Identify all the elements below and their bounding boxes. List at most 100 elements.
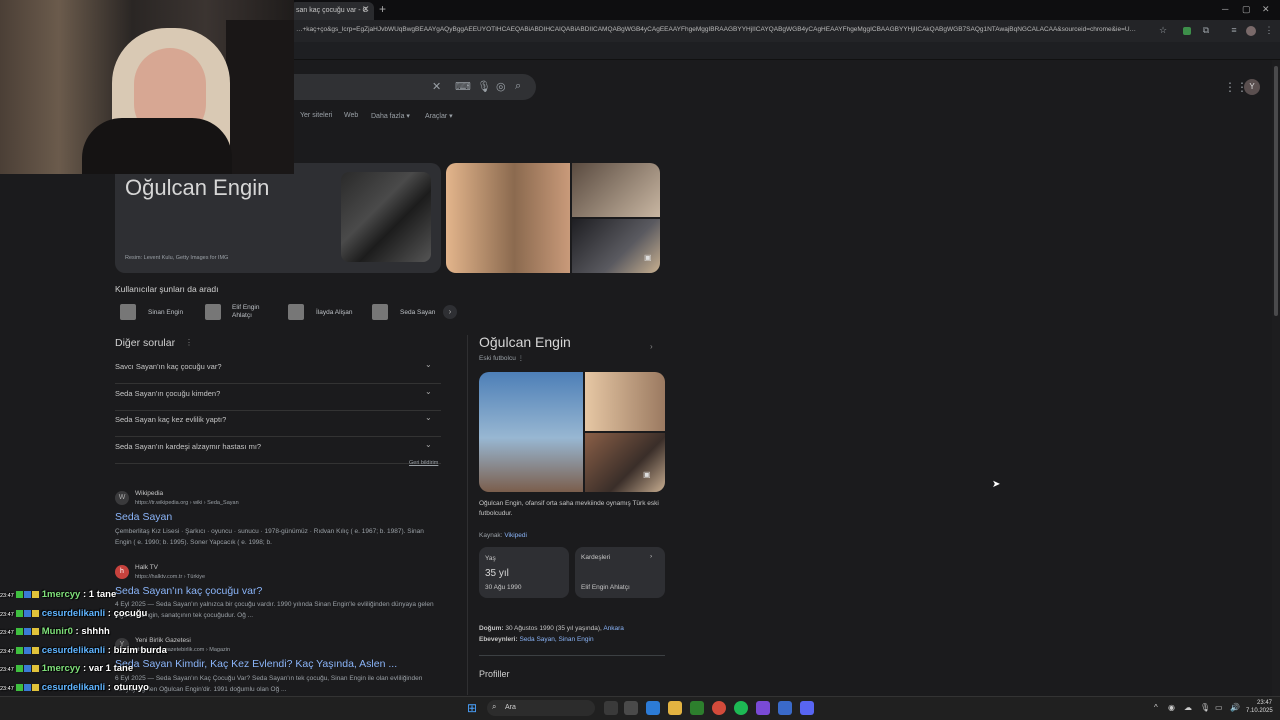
chevron-right-icon[interactable]: ›	[650, 342, 653, 351]
tab-more[interactable]: Daha fazla ▾	[371, 112, 410, 120]
birth-fact: Doğum: 30 Ağustos 1990 (35 yıl yaşında),…	[479, 625, 624, 632]
kp-image-main[interactable]	[479, 372, 583, 492]
minimize-icon[interactable]: ─	[1222, 4, 1228, 14]
tab-tools[interactable]: Araçlar ▾	[425, 112, 453, 120]
chevron-down-icon[interactable]: ⌄	[425, 387, 432, 396]
image-tile-1[interactable]	[446, 163, 570, 273]
image-tile-2[interactable]	[572, 163, 660, 217]
result-title[interactable]: Seda Sayan	[115, 511, 172, 523]
tray-icon[interactable]: 🎙	[1200, 703, 1210, 712]
tray-icon[interactable]: ◉	[1168, 703, 1175, 712]
halktv-icon: h	[115, 565, 129, 579]
person-thumb[interactable]	[205, 304, 221, 320]
feedback-link[interactable]: Geri bildirim	[409, 460, 438, 466]
question-item[interactable]: Savcı Sayan'ın kaç çocuğu var?	[115, 358, 441, 384]
person-name[interactable]: Elif Engin Ahlatçı	[232, 304, 272, 320]
tray-chevron-icon[interactable]: ^	[1154, 703, 1158, 712]
kp-title: Oğulcan Engin	[479, 334, 571, 350]
result-url[interactable]: https://tr.wikipedia.org › wiki › Seda_S…	[135, 500, 239, 506]
chat-text: : çocuğu	[107, 607, 148, 619]
task-view-icon[interactable]	[604, 701, 618, 715]
person-thumb[interactable]	[372, 304, 388, 320]
spotify-icon[interactable]	[734, 701, 748, 715]
discord-icon[interactable]	[800, 701, 814, 715]
clock[interactable]: 23:47 7.10.2025	[1246, 699, 1273, 715]
clear-search-icon[interactable]: ✕	[432, 80, 441, 93]
close-window-icon[interactable]: ✕	[1262, 4, 1270, 15]
chat-username[interactable]: cesurdelikanli	[42, 682, 105, 693]
keyboard-icon[interactable]: ⌨	[455, 80, 471, 93]
kp-image-2[interactable]	[585, 372, 665, 431]
siblings-label: Kardeşleri	[581, 554, 611, 561]
chat-message: 23:47 cesurdelikanli : çocuğu	[0, 608, 270, 627]
result-url[interactable]: https://halktv.com.tr › Türkiye	[135, 574, 205, 580]
browser-menu-icon[interactable]: ⋮	[1264, 25, 1274, 35]
question-item[interactable]: Seda Sayan'ın çocuğu kimden?	[115, 385, 441, 411]
person-name[interactable]: Seda Sayan	[400, 309, 435, 316]
volume-icon[interactable]: 🔊	[1230, 703, 1240, 712]
url-field[interactable]: …+kaç+ço&gs_lcrp=EgZjaHJvbWUqBwgBEAAYgAQ…	[296, 26, 1154, 33]
mic-icon[interactable]: 🎙	[477, 80, 491, 93]
media-icon[interactable]: ≡	[1229, 25, 1239, 35]
maximize-icon[interactable]: ▢	[1242, 4, 1251, 15]
chat-username[interactable]: cesurdelikanli	[42, 645, 105, 656]
parents-link[interactable]: Seda Sayan, Sinan Engin	[519, 636, 593, 643]
app-icon[interactable]	[778, 701, 792, 715]
question-item[interactable]: Seda Sayan'ın kardeşi alzaymır hastası m…	[115, 438, 441, 464]
source-link[interactable]: Vikipedi	[504, 532, 527, 539]
chevron-down-icon[interactable]: ⌄	[425, 360, 432, 369]
taskbar-search[interactable]: Ara	[487, 700, 595, 716]
badge-icon	[31, 628, 39, 636]
image-gallery-icon[interactable]: ▣	[644, 253, 652, 262]
app-icon[interactable]	[624, 701, 638, 715]
image-tile-3[interactable]	[572, 219, 660, 273]
column-divider	[467, 335, 468, 695]
chevron-down-icon[interactable]: ⌄	[425, 440, 432, 449]
chevron-right-icon[interactable]: ›	[443, 305, 457, 319]
chat-message: 23:47 1mercyy : var 1 tane	[0, 663, 270, 682]
tab-title: san kaç çocuğu var - G	[296, 7, 368, 14]
chat-username[interactable]: 1mercyy	[42, 589, 81, 600]
chat-username[interactable]: Munir0	[42, 626, 73, 637]
file-explorer-icon[interactable]	[668, 701, 682, 715]
birthplace-link[interactable]: Ankara	[603, 625, 624, 632]
chevron-down-icon[interactable]: ⌄	[425, 413, 432, 422]
badge-icon	[15, 646, 23, 654]
tab-local-sites[interactable]: Yer siteleri	[300, 112, 332, 119]
tab-close-icon[interactable]: ✕	[362, 4, 370, 15]
windows-start-icon[interactable]: ⊞	[467, 701, 477, 715]
chrome-icon[interactable]	[712, 701, 726, 715]
more-options-icon[interactable]: ⋮	[518, 355, 525, 362]
extensions-puzzle-icon[interactable]: ⧉	[1201, 25, 1211, 35]
hero-photo[interactable]	[341, 172, 431, 262]
app-icon[interactable]	[690, 701, 704, 715]
new-tab-button[interactable]: +	[379, 2, 386, 16]
account-avatar[interactable]: Y	[1244, 79, 1260, 95]
lens-icon[interactable]: ◎	[496, 80, 506, 93]
search-icon[interactable]: ⌕	[515, 80, 521, 93]
profile-avatar-icon[interactable]	[1246, 26, 1256, 36]
chat-timestamp: 23:47	[0, 593, 14, 599]
chat-username[interactable]: 1mercyy	[42, 663, 81, 674]
edge-icon[interactable]	[646, 701, 660, 715]
bookmark-star-icon[interactable]: ☆	[1158, 25, 1168, 35]
more-options-icon[interactable]: ⋮	[185, 338, 193, 347]
badge-icon	[31, 683, 39, 691]
tab-web[interactable]: Web	[344, 112, 358, 119]
scrollbar-thumb[interactable]	[1274, 66, 1278, 316]
person-name[interactable]: Sinan Engin	[148, 309, 183, 316]
extension-icon[interactable]	[1183, 27, 1191, 35]
person-thumb[interactable]	[288, 304, 304, 320]
chevron-right-icon[interactable]: ›	[650, 553, 652, 560]
app-icon[interactable]	[756, 701, 770, 715]
chat-username[interactable]: cesurdelikanli	[42, 608, 105, 619]
network-icon[interactable]: ▭	[1215, 703, 1223, 712]
image-gallery-icon[interactable]: ▣	[643, 470, 651, 479]
kp-image-3[interactable]	[585, 433, 665, 492]
person-thumb[interactable]	[120, 304, 136, 320]
person-name[interactable]: İlayda Alişan	[316, 309, 353, 316]
kp-subtitle: Eski futbolcu ⋮	[479, 355, 525, 362]
question-item[interactable]: Seda Sayan kaç kez evlilik yaptı?	[115, 411, 441, 437]
tray-icon[interactable]: ☁	[1184, 703, 1192, 712]
chat-timestamp: 23:47	[0, 667, 14, 674]
